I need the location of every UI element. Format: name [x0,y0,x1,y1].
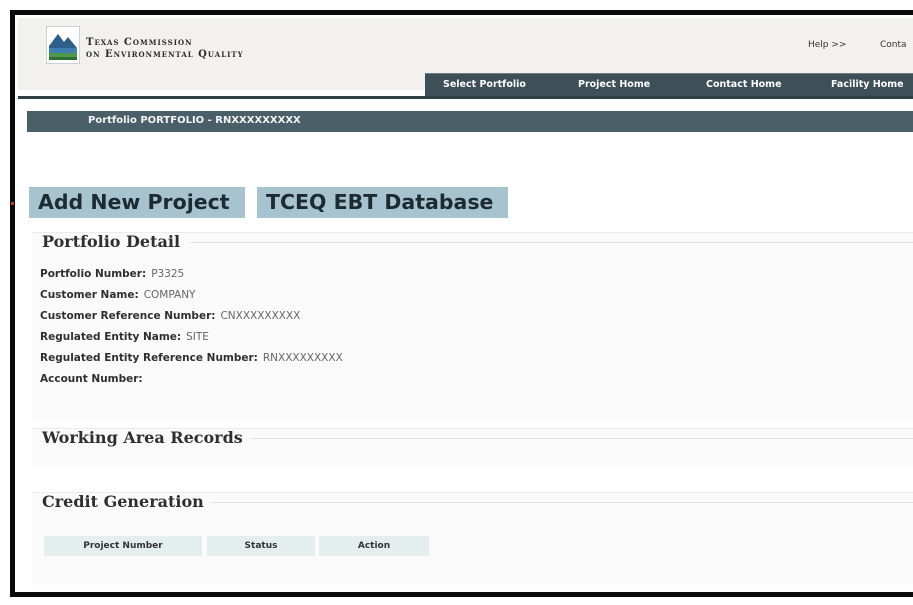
field-value: COMPANY [143,289,196,301]
field-label: Regulated Entity Name: [40,331,182,343]
add-new-project-button[interactable]: Add New Project [29,187,245,218]
fieldset-border [210,502,913,503]
nav-facility-home[interactable]: Facility Home [831,79,904,90]
field-label: Customer Name: [40,289,139,301]
field-label: Account Number: [40,373,143,385]
fieldset-border [250,438,913,439]
field-portfolio-number: Portfolio Number: P3325 [40,268,184,280]
marker-dot [11,202,14,205]
fieldset-border [190,242,913,243]
field-customer-name: Customer Name: COMPANY [40,289,195,301]
field-regulated-entity-reference-number: Regulated Entity Reference Number: RNXXXX… [40,352,343,364]
header-divider [18,96,913,99]
column-header-status[interactable]: Status [207,536,315,556]
nav-project-home[interactable]: Project Home [578,79,650,90]
field-value: CNXXXXXXXXX [220,310,301,322]
help-link[interactable]: Help >> [808,40,846,50]
main-nav: Select Portfolio Project Home Contact Ho… [425,73,913,98]
field-regulated-entity-name: Regulated Entity Name: SITE [40,331,209,343]
agency-line-1: Texas Commission [86,37,193,48]
tceq-ebt-database-button[interactable]: TCEQ EBT Database [257,187,508,218]
nav-contact-home[interactable]: Contact Home [706,79,782,90]
contact-link[interactable]: Conta [880,40,907,50]
nav-select-portfolio[interactable]: Select Portfolio [443,79,526,90]
column-header-action[interactable]: Action [319,536,429,556]
field-value: SITE [186,331,209,343]
agency-line-2: on Environmental Quality [86,49,244,60]
portfolio-detail-panel [32,232,913,421]
field-value: RNXXXXXXXXX [262,352,343,364]
credit-generation-title: Credit Generation [42,492,204,511]
field-value: P3325 [151,268,185,280]
portfolio-title: Portfolio PORTFOLIO - RNXXXXXXXXX [88,115,301,126]
field-label: Regulated Entity Reference Number: [40,352,258,364]
field-account-number: Account Number: [40,373,148,385]
agency-name[interactable]: Texas Commission on Environmental Qualit… [86,37,244,61]
field-customer-reference-number: Customer Reference Number: CNXXXXXXXXX [40,310,300,322]
portfolio-detail-title: Portfolio Detail [42,232,181,251]
column-header-project-number[interactable]: Project Number [44,536,202,556]
working-area-title: Working Area Records [42,428,243,447]
field-label: Portfolio Number: [40,268,147,280]
field-label: Customer Reference Number: [40,310,216,322]
tceq-logo-icon[interactable] [46,26,80,64]
portfolio-title-bar: Portfolio PORTFOLIO - RNXXXXXXXXX [27,111,913,132]
